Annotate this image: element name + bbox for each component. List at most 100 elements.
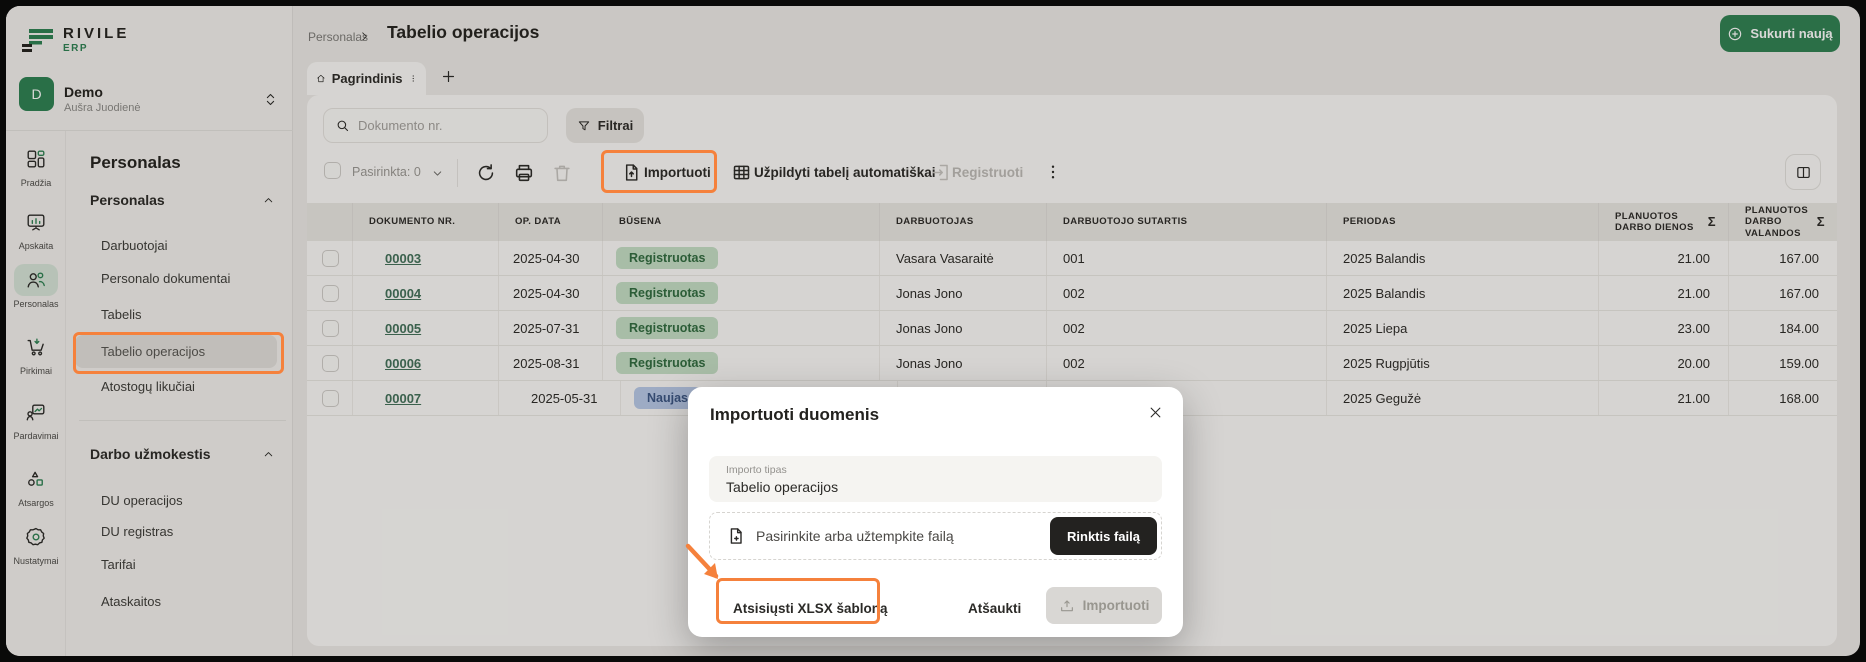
table-row[interactable]: 000062025-08-31RegistruotasJonas Jono002… bbox=[307, 346, 1837, 381]
sidebar-item-personalo-dokumentai[interactable]: Personalo dokumentai bbox=[101, 271, 230, 286]
column-settings-button[interactable] bbox=[1785, 154, 1821, 190]
planned-hours-cell: 184.00 bbox=[1729, 311, 1837, 345]
printer-icon bbox=[513, 162, 535, 184]
rail-item-label: Pardavimai bbox=[13, 431, 58, 441]
menu-section-title: Darbo užmokestis bbox=[90, 446, 211, 462]
row-checkbox[interactable] bbox=[322, 355, 339, 372]
status-badge: Registruotas bbox=[616, 247, 718, 269]
rail-item-apskaita[interactable]: Apskaita bbox=[6, 206, 66, 251]
close-icon[interactable] bbox=[1148, 405, 1163, 425]
add-tab-button[interactable] bbox=[440, 68, 457, 90]
row-checkbox[interactable] bbox=[322, 250, 339, 267]
trash-icon bbox=[551, 162, 573, 184]
account-user: Aušra Juodienė bbox=[64, 102, 140, 114]
document-link[interactable]: 00006 bbox=[385, 356, 421, 371]
column-header[interactable]: PERIODAS bbox=[1327, 203, 1599, 241]
rivile-logo-icon bbox=[21, 25, 55, 60]
row-checkbox[interactable] bbox=[322, 320, 339, 337]
rail-item-pardavimai[interactable]: Pardavimai bbox=[6, 396, 66, 441]
search-placeholder: Dokumento nr. bbox=[358, 118, 443, 133]
table-row[interactable]: 000032025-04-30RegistruotasVasara Vasara… bbox=[307, 241, 1837, 276]
print-button[interactable] bbox=[513, 162, 535, 189]
period-cell: 2025 Liepa bbox=[1327, 311, 1599, 345]
select-all-checkbox[interactable] bbox=[324, 162, 341, 179]
sum-icon[interactable]: Σ bbox=[1817, 214, 1825, 230]
row-checkbox[interactable] bbox=[322, 390, 339, 407]
document-link[interactable]: 00005 bbox=[385, 321, 421, 336]
cancel-button[interactable]: Atšaukti bbox=[968, 601, 1021, 616]
contract-cell: 001 bbox=[1047, 241, 1327, 275]
rail-item-nustatymai[interactable]: Nustatymai bbox=[6, 521, 66, 566]
column-header[interactable]: PLANUOTOS DARBO VALANDOSΣ bbox=[1729, 203, 1837, 241]
refresh-button[interactable] bbox=[475, 162, 497, 189]
sidebar-item-du-registras[interactable]: DU registras bbox=[101, 524, 173, 539]
filters-button[interactable]: Filtrai bbox=[566, 108, 644, 143]
import-modal: Importuoti duomenis Importo tipas Tabeli… bbox=[688, 387, 1183, 637]
upload-icon bbox=[1059, 598, 1075, 614]
column-header[interactable]: DOKUMENTO NR. bbox=[353, 203, 499, 241]
funnel-icon bbox=[577, 119, 591, 133]
document-link[interactable]: 00004 bbox=[385, 286, 421, 301]
toolbar: Pasirinkta: 0 Importuoti bbox=[307, 152, 1837, 194]
sidebar-item-du-operacijos[interactable]: DU operacijos bbox=[101, 493, 183, 508]
table-row[interactable]: 000042025-04-30RegistruotasJonas Jono002… bbox=[307, 276, 1837, 311]
op-date-cell: 2025-04-30 bbox=[499, 276, 603, 310]
menu-heading: Personalas bbox=[90, 153, 181, 173]
chevron-up-icon[interactable] bbox=[262, 194, 275, 207]
sidebar-item-tarifai[interactable]: Tarifai bbox=[101, 557, 136, 572]
cart-icon bbox=[14, 331, 58, 363]
selected-chevron-down-icon[interactable] bbox=[431, 167, 444, 185]
sidebar-item-darbuotojai[interactable]: Darbuotojai bbox=[101, 238, 168, 253]
menu-section-2[interactable]: Darbo užmokestis bbox=[90, 446, 275, 462]
delete-button[interactable] bbox=[551, 162, 573, 189]
sidebar-item-tabelio-operacijos[interactable]: Tabelio operacijos bbox=[101, 344, 205, 359]
document-link[interactable]: 00003 bbox=[385, 251, 421, 266]
status-badge: Registruotas bbox=[616, 352, 718, 374]
row-checkbox[interactable] bbox=[322, 285, 339, 302]
account-switcher-icon[interactable] bbox=[263, 91, 278, 113]
create-new-button[interactable]: Sukurti naują bbox=[1720, 15, 1840, 52]
op-date-cell: 2025-04-30 bbox=[499, 241, 603, 275]
autofill-label[interactable]: Užpildyti tabelį automatiškai bbox=[754, 165, 936, 180]
column-header[interactable]: DARBUOTOJO SUTARTIS bbox=[1047, 203, 1327, 241]
import-button[interactable] bbox=[621, 162, 642, 188]
import-type-field[interactable]: Importo tipas Tabelio operacijos bbox=[709, 456, 1162, 502]
planned-days-cell: 21.00 bbox=[1599, 276, 1729, 310]
rail-item-label: Personalas bbox=[13, 299, 58, 309]
employee-cell: Jonas Jono bbox=[880, 311, 1047, 345]
rail-item-pradžia[interactable]: Pradžia bbox=[6, 143, 66, 188]
sidebar: RIVILE ERP D Demo Aušra Juodienė Pradžia… bbox=[6, 6, 293, 656]
column-header[interactable]: BŪSENA bbox=[603, 203, 880, 241]
modal-import-label: Importuoti bbox=[1083, 598, 1150, 613]
menu-section-1[interactable]: Personalas bbox=[90, 192, 275, 208]
autofill-button[interactable] bbox=[731, 162, 752, 188]
rail-item-personalas[interactable]: Personalas bbox=[6, 264, 66, 309]
sidebar-item-ataskaitos[interactable]: Ataskaitos bbox=[101, 594, 161, 609]
sidebar-item-tabelis[interactable]: Tabelis bbox=[101, 307, 141, 322]
file-dropzone[interactable]: Pasirinkite arba užtempkite failą Rinkti… bbox=[709, 512, 1162, 560]
table-row[interactable]: 000052025-07-31RegistruotasJonas Jono002… bbox=[307, 311, 1837, 346]
choose-file-button[interactable]: Rinktis failą bbox=[1050, 517, 1157, 555]
toolbar-kebab-icon[interactable] bbox=[1044, 163, 1062, 186]
search-input[interactable]: Dokumento nr. bbox=[323, 108, 548, 143]
status-badge: Registruotas bbox=[616, 317, 718, 339]
document-link[interactable]: 00007 bbox=[385, 391, 421, 406]
download-template-link[interactable]: Atsisiųsti XLSX šabloną bbox=[733, 601, 888, 616]
sidebar-item-atostogų-likučiai[interactable]: Atostogų likučiai bbox=[101, 379, 195, 394]
chevron-up-icon[interactable] bbox=[262, 448, 275, 461]
file-import-icon bbox=[621, 162, 642, 183]
register-label[interactable]: Registruoti bbox=[952, 165, 1023, 180]
column-header[interactable]: DARBUOTOJAS bbox=[880, 203, 1047, 241]
tab-menu-icon[interactable] bbox=[409, 72, 417, 85]
rail-item-atsargos[interactable]: Atsargos bbox=[6, 463, 66, 508]
tab-pagrindinis[interactable]: Pagrindinis bbox=[307, 62, 426, 95]
import-label[interactable]: Importuoti bbox=[644, 165, 711, 180]
column-header[interactable]: PLANUOTOS DARBO DIENOSΣ bbox=[1599, 203, 1729, 241]
column-header[interactable]: OP. DATA bbox=[499, 203, 603, 241]
sum-icon[interactable]: Σ bbox=[1708, 214, 1716, 230]
modal-import-button[interactable]: Importuoti bbox=[1046, 587, 1162, 624]
register-button[interactable] bbox=[930, 162, 951, 188]
rail-item-pirkimai[interactable]: Pirkimai bbox=[6, 331, 66, 376]
op-date-cell: 2025-07-31 bbox=[499, 311, 603, 345]
modal-title: Importuoti duomenis bbox=[710, 405, 879, 425]
